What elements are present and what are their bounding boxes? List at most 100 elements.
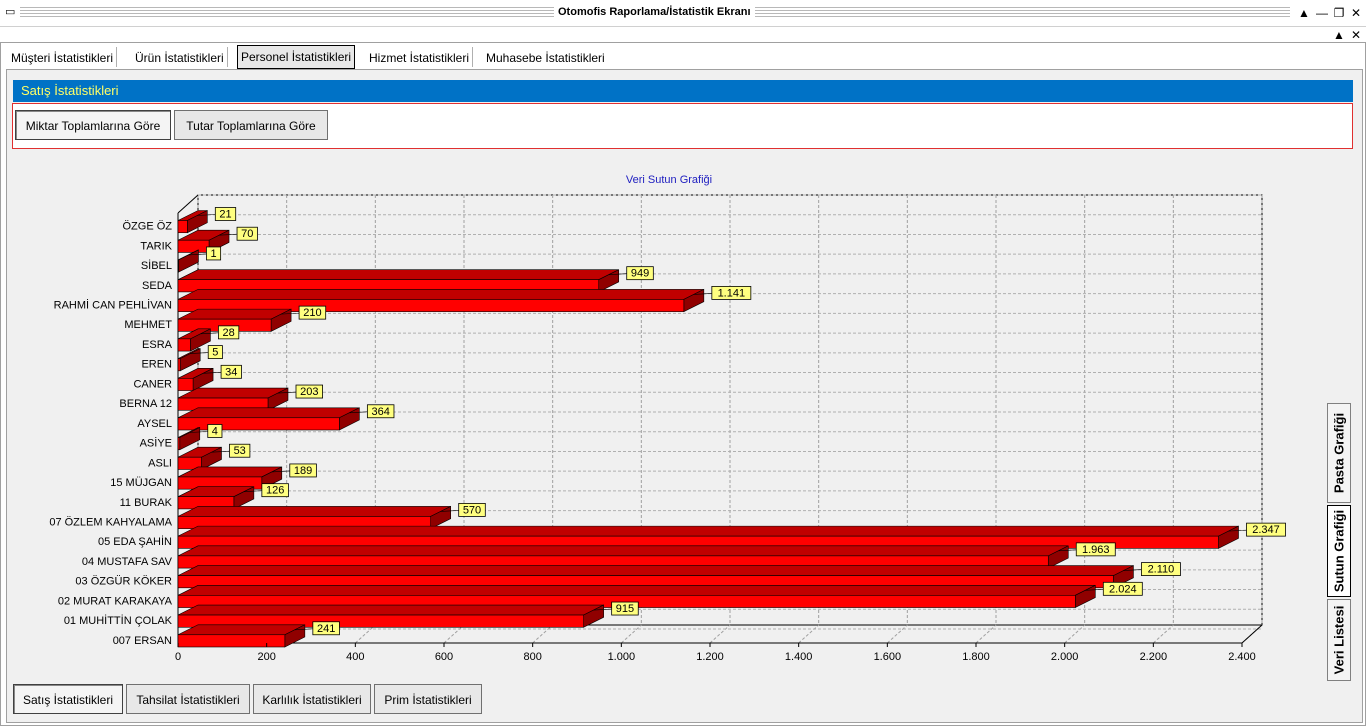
- mdi-close-button[interactable]: ✕: [1348, 27, 1364, 43]
- value-label: 189: [294, 465, 312, 477]
- y-tick-label: 07 ÖZLEM KAHYALAMA: [49, 517, 172, 529]
- scroll-up-icon[interactable]: ▲: [1296, 5, 1312, 21]
- system-menu-icon[interactable]: ▭: [5, 7, 17, 19]
- tab-musteri-istatistikleri[interactable]: Müşteri İstatistikleri: [8, 47, 118, 67]
- section-title: Satış İstatistikleri: [13, 80, 1353, 102]
- minimize-button[interactable]: —: [1314, 5, 1330, 21]
- tab-urun-istatistikleri[interactable]: Ürün İstatistikleri: [132, 47, 228, 67]
- x-tick-label: 1.600: [874, 651, 902, 663]
- x-tick-label: 0: [175, 651, 181, 663]
- value-label: 364: [371, 406, 389, 418]
- y-tick-label: 01 MUHİTTİN ÇOLAK: [64, 614, 173, 627]
- value-label: 949: [631, 268, 649, 280]
- x-axis: 0 200 400 600 800 1.000 1.200 1.400 1.600 1.800 2.…: [175, 643, 1256, 663]
- y-tick-label: 04 MUSTAFA SAV: [82, 556, 173, 568]
- y-tick-label: 02 MURAT KARAKAYA: [58, 595, 173, 607]
- y-tick-label: RAHMİ CAN PEHLİVAN: [54, 299, 172, 312]
- bar-top: [177, 604, 604, 616]
- x-tick-label: 1.800: [962, 651, 990, 663]
- y-tick-label: EREN: [141, 359, 172, 371]
- value-label: 126: [266, 485, 284, 497]
- value-label: 915: [616, 603, 634, 615]
- y-axis: ÖZGE ÖZ TARIK SİBEL SEDA RAHMİ CAN PEHLİVAN M…: [49, 221, 172, 647]
- x-tick-label: 600: [435, 651, 453, 663]
- bar: [177, 239, 210, 253]
- y-tick-label: MEHMET: [124, 319, 172, 331]
- y-tick-label: ÖZGE ÖZ: [123, 221, 173, 233]
- x-tick-label: 1.200: [696, 651, 724, 663]
- x-tick-label: 200: [257, 651, 275, 663]
- value-label: 34: [225, 366, 237, 378]
- y-tick-label: BERNA 12: [119, 398, 172, 410]
- tab-karlilik-istatistikleri[interactable]: Karlılık İstatistikleri: [253, 684, 371, 714]
- restore-button[interactable]: ❐: [1331, 5, 1347, 21]
- window-titlebar: ▭ Otomofis Raporlama/İstatistik Ekranı ▲…: [0, 0, 1366, 26]
- value-label: 203: [300, 386, 318, 398]
- bar: [177, 437, 181, 451]
- bar-top: [177, 624, 305, 636]
- bar: [177, 378, 194, 391]
- tab-personel-istatistikleri[interactable]: Personel İstatistikleri: [237, 45, 356, 69]
- y-tick-label: SİBEL: [141, 259, 172, 272]
- value-label: 21: [219, 208, 231, 220]
- tab-hizmet-istatistikleri[interactable]: Hizmet İstatistikleri: [366, 47, 474, 67]
- close-button[interactable]: ✕: [1348, 5, 1364, 21]
- value-label: 570: [463, 504, 481, 516]
- bar-top: [177, 585, 1096, 596]
- x-tick-label: 2.400: [1228, 651, 1256, 663]
- value-label: 70: [241, 228, 253, 240]
- bar: [177, 358, 181, 372]
- bar-top: [177, 545, 1069, 557]
- tab-prim-istatistikleri[interactable]: Prim İstatistikleri: [374, 684, 482, 714]
- bar-top: [177, 407, 360, 419]
- chart-view-tabs: Pasta Grafiği Sutun Grafiği Veri Listesi: [1327, 150, 1353, 683]
- value-label: 2.347: [1252, 524, 1280, 536]
- tab-pasta-grafigi[interactable]: Pasta Grafiği: [1327, 403, 1351, 503]
- tab-tahsilat-istatistikleri[interactable]: Tahsilat İstatistikleri: [126, 684, 250, 714]
- window-title: Otomofis Raporlama/İstatistik Ekranı: [554, 6, 755, 18]
- bar: [177, 220, 188, 234]
- y-tick-label: AYSEL: [137, 418, 172, 430]
- tutar-toplamlarina-gore-button[interactable]: Tutar Toplamlarına Göre: [174, 110, 328, 140]
- bar-top: [177, 506, 451, 517]
- tab-muhasebe-istatistikleri[interactable]: Muhasebe İstatistikleri: [483, 47, 608, 67]
- value-label: 241: [317, 623, 335, 635]
- y-tick-label: 05 EDA ŞAHİN: [98, 535, 172, 548]
- x-tick-label: 800: [523, 651, 541, 663]
- value-label: 5: [212, 347, 218, 359]
- x-tick-label: 400: [346, 651, 364, 663]
- tab-veri-listesi-label: Veri Listesi: [1331, 605, 1347, 675]
- value-label: 2.110: [1148, 564, 1175, 576]
- bar-top: [177, 269, 619, 280]
- x-tick-label: 2.200: [1140, 651, 1168, 663]
- bar: [177, 417, 340, 431]
- tab-satis-istatistikleri[interactable]: Satış İstatistikleri: [13, 684, 123, 714]
- tab-veri-listesi[interactable]: Veri Listesi: [1327, 599, 1351, 681]
- bar-top: [177, 525, 1239, 537]
- value-label: 2.024: [1109, 583, 1137, 595]
- bar-top: [177, 289, 704, 300]
- x-tick-label: 1.400: [785, 651, 813, 663]
- y-tick-label: CANER: [133, 378, 172, 390]
- value-label: 1: [210, 248, 216, 260]
- y-tick-label: SEDA: [142, 280, 173, 292]
- tab-sutun-grafigi[interactable]: Sutun Grafiği: [1327, 505, 1351, 597]
- value-label: 28: [222, 327, 234, 339]
- y-tick-label: TARIK: [140, 240, 172, 252]
- bar-top: [177, 565, 1134, 576]
- bar: [177, 338, 191, 352]
- value-label: 4: [212, 425, 218, 437]
- bar-chart: Veri Sutun Grafiği 0 200 400 600 800 1.000 1.2…: [49, 174, 1286, 663]
- y-tick-label: ASLI: [148, 457, 172, 469]
- value-label: 53: [234, 445, 246, 457]
- chart-area: Veri Sutun Grafiği 0 200 400 600 800 1.000 1.2…: [14, 153, 1326, 681]
- x-tick-label: 2.000: [1051, 651, 1079, 663]
- y-tick-label: 007 ERSAN: [113, 635, 172, 647]
- y-tick-label: 15 MÜJGAN: [110, 477, 172, 489]
- tab-sutun-grafigi-label: Sutun Grafiği: [1331, 509, 1347, 593]
- bar: [177, 634, 286, 648]
- x-tick-label: 1.000: [608, 651, 636, 663]
- miktar-toplamlarina-gore-button[interactable]: Miktar Toplamlarına Göre: [15, 110, 171, 140]
- y-tick-label: 03 ÖZGÜR KÖKER: [75, 576, 172, 588]
- mdi-collapse-button[interactable]: ▲: [1331, 27, 1347, 43]
